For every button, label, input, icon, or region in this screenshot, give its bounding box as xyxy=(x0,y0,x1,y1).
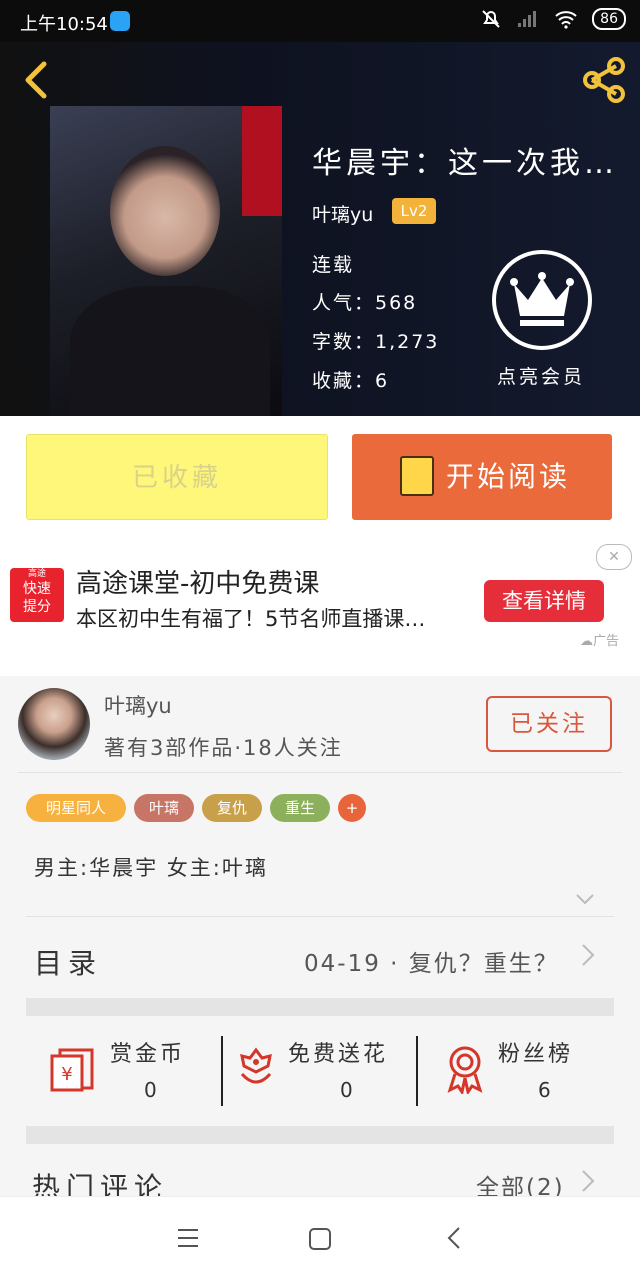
chevron-right-icon[interactable] xyxy=(578,940,598,977)
share-button[interactable] xyxy=(578,54,630,106)
fan-ranking-label: 粉丝榜 xyxy=(498,1042,574,1067)
status-bar: 上午10:54 86 xyxy=(0,0,640,42)
section-divider xyxy=(26,1126,614,1144)
ad-logo: 高途 快速 提分 xyxy=(10,568,64,622)
system-nav-bar xyxy=(0,1196,640,1281)
svg-text:¥: ¥ xyxy=(61,1064,72,1085)
book-word-count: 字数：1,273 xyxy=(312,331,440,353)
fan-ranking-button[interactable]: 粉丝榜 6 xyxy=(444,1036,614,1106)
vip-label: 点亮会员 xyxy=(497,366,586,388)
author-name[interactable]: 叶璃yu xyxy=(104,690,172,720)
signal-icon xyxy=(518,11,537,27)
saved-button[interactable]: 已收藏 xyxy=(26,434,328,520)
ad-close-button[interactable]: ✕ xyxy=(596,544,632,570)
catalog-label[interactable]: 目录 xyxy=(34,942,102,982)
book-cover-image xyxy=(50,106,282,416)
home-icon[interactable] xyxy=(308,1227,332,1251)
book-author[interactable]: 叶璃yu xyxy=(312,200,373,227)
author-avatar[interactable] xyxy=(18,688,90,760)
app-notification-icon xyxy=(110,11,130,31)
fan-ranking-value: 6 xyxy=(538,1078,551,1102)
chevron-down-icon xyxy=(576,894,594,905)
reward-coins-button[interactable]: ¥ 赏金币 0 xyxy=(48,1036,218,1106)
book-state: 连载 xyxy=(312,254,355,276)
divider xyxy=(221,1036,223,1106)
ad-title: 高途课堂-初中免费课 xyxy=(76,569,320,599)
divider xyxy=(26,916,614,917)
battery-indicator: 86 xyxy=(592,8,626,30)
tag-0[interactable]: 明星同人 xyxy=(26,794,126,822)
wifi-icon xyxy=(555,11,577,29)
send-flowers-label: 免费送花 xyxy=(288,1042,389,1067)
send-flowers-value: 0 xyxy=(340,1078,353,1102)
reward-coins-value: 0 xyxy=(144,1078,157,1102)
start-reading-button[interactable]: 开始阅读 xyxy=(352,434,612,520)
share-icon xyxy=(583,57,625,103)
back-nav-icon[interactable] xyxy=(444,1225,464,1251)
divider xyxy=(18,772,622,773)
tag-3[interactable]: 重生 xyxy=(270,794,330,822)
divider xyxy=(416,1036,418,1106)
author-level-badge: Lv2 xyxy=(392,198,436,224)
back-button[interactable] xyxy=(18,56,52,104)
follow-button[interactable]: 已关注 xyxy=(486,696,612,752)
reward-coins-label: 赏金币 xyxy=(110,1042,186,1067)
ad-details-button[interactable]: 查看详情 xyxy=(484,580,604,622)
start-reading-label: 开始阅读 xyxy=(446,460,571,493)
ad-label: ☁广告 xyxy=(580,634,620,649)
author-info: 著有3部作品·18人关注 xyxy=(104,736,343,760)
section-divider xyxy=(26,998,614,1016)
red-envelope-icon: ¥ xyxy=(50,1048,94,1092)
catalog-latest-chapter[interactable]: 04-19 · 复仇？重生？ xyxy=(304,944,559,978)
book-roles: 男主:华晨宇 女主:叶璃 xyxy=(34,856,268,880)
book-popularity: 人气：568 xyxy=(312,292,418,314)
send-flowers-button[interactable]: 免费送花 0 xyxy=(236,1036,416,1106)
tag-1[interactable]: 叶璃 xyxy=(134,794,194,822)
status-icons: 86 xyxy=(480,8,626,30)
tag-2[interactable]: 复仇 xyxy=(202,794,262,822)
book-favorites: 收藏：6 xyxy=(312,370,390,392)
status-time: 上午10:54 xyxy=(20,14,108,35)
vip-button[interactable] xyxy=(492,250,592,350)
mute-bell-icon xyxy=(482,10,500,28)
medal-icon xyxy=(447,1046,483,1094)
crown-icon xyxy=(510,272,574,326)
book-icon xyxy=(400,456,434,496)
flower-icon xyxy=(240,1047,272,1084)
back-arrow-icon xyxy=(25,61,47,99)
book-title: 华晨宇：这一次我… xyxy=(312,146,618,181)
ad-description: 本区初中生有福了！5节名师直播课… xyxy=(76,607,426,631)
menu-icon[interactable] xyxy=(176,1227,200,1249)
add-tag-button[interactable]: + xyxy=(338,794,366,822)
expand-button[interactable] xyxy=(574,888,596,910)
